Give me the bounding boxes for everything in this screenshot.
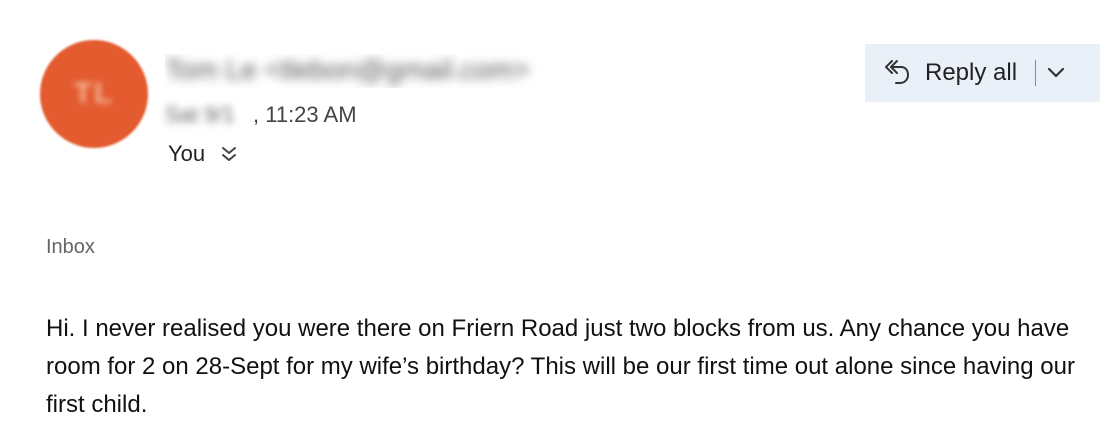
sender-name[interactable]: Tom Le <tlebon@gmail.com> <box>165 54 645 88</box>
folder-label[interactable]: Inbox <box>46 236 95 259</box>
message-date: Sat 9/1 , 11:23 AM <box>165 100 357 130</box>
message-body: Hi. I never realised you were there on F… <box>46 315 1075 418</box>
button-divider <box>1035 60 1037 86</box>
sender-obscured-text: Tom Le <tlebon@gmail.com> <box>165 54 530 85</box>
date-obscured: Sat 9/1 <box>165 102 235 127</box>
message-time: , 11:23 AM <box>253 102 357 127</box>
reply-all-label: Reply all <box>925 59 1018 86</box>
sender-avatar: TL <box>40 40 148 148</box>
avatar-initials: TL <box>73 77 115 110</box>
recipients-row: You <box>168 140 237 168</box>
reply-all-button[interactable]: Reply all <box>865 44 1100 102</box>
double-chevron-down-icon[interactable] <box>221 145 237 163</box>
reply-all-icon <box>883 58 911 88</box>
chevron-down-icon[interactable] <box>1046 66 1066 80</box>
recipient-you: You <box>168 141 206 166</box>
